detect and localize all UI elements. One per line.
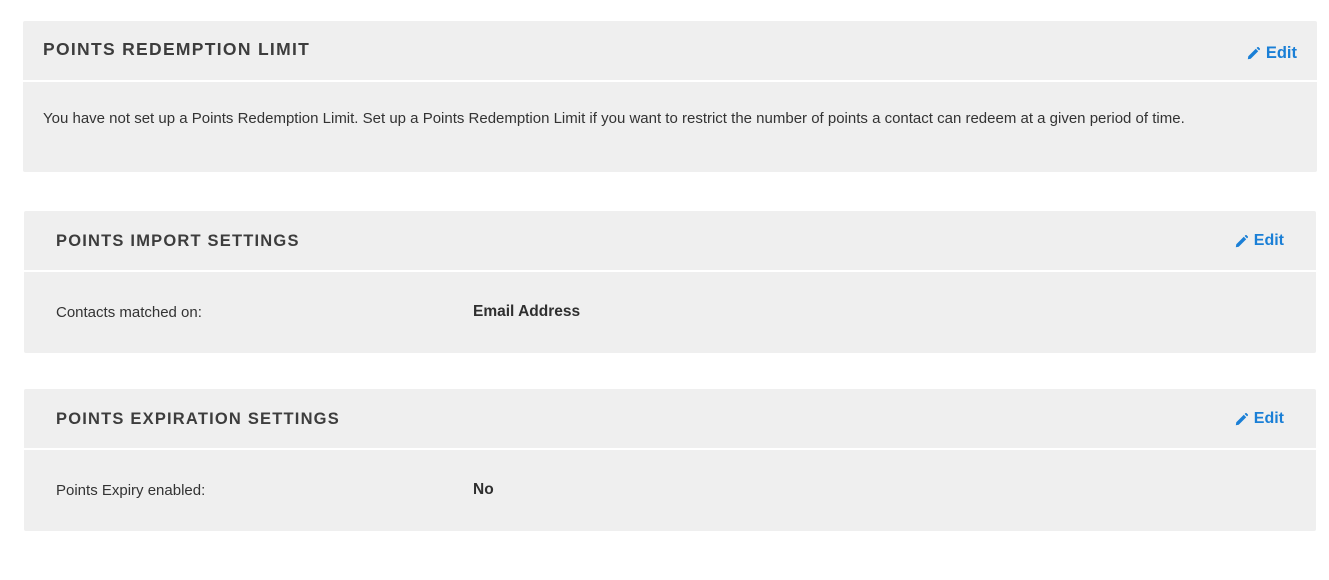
- points-expiry-value: No: [473, 481, 494, 498]
- points-expiry-label: Points Expiry enabled:: [56, 482, 206, 499]
- edit-label: Edit: [1253, 232, 1284, 249]
- contacts-matched-label: Contacts matched on:: [56, 304, 202, 321]
- expiration-settings-title: POINTS EXPIRATION SETTINGS: [56, 410, 340, 428]
- redemption-limit-header: POINTS REDEMPTION LIMIT Edit: [23, 21, 1317, 82]
- contacts-matched-value: Email Address: [473, 303, 581, 320]
- expiration-settings-edit-button[interactable]: Edit: [1235, 410, 1284, 428]
- pencil-icon: [1235, 234, 1248, 248]
- pencil-icon: [1235, 412, 1248, 426]
- import-settings-title: POINTS IMPORT SETTINGS: [56, 232, 300, 250]
- import-settings-edit-button[interactable]: Edit: [1235, 232, 1284, 250]
- import-settings-header: POINTS IMPORT SETTINGS Edit: [24, 211, 1316, 272]
- redemption-limit-title: POINTS REDEMPTION LIMIT: [43, 39, 311, 59]
- edit-label: Edit: [1253, 410, 1284, 427]
- pencil-icon: [1247, 47, 1260, 60]
- redemption-limit-panel: POINTS REDEMPTION LIMIT Edit You have no…: [23, 21, 1317, 172]
- expiration-settings-panel: POINTS EXPIRATION SETTINGS Edit Points E…: [24, 389, 1316, 531]
- redemption-limit-edit-button[interactable]: Edit: [1247, 44, 1297, 63]
- redemption-limit-message: You have not set up a Points Redemption …: [43, 110, 1185, 127]
- expiration-settings-header: POINTS EXPIRATION SETTINGS Edit: [24, 389, 1316, 450]
- edit-label: Edit: [1265, 44, 1297, 62]
- import-settings-panel: POINTS IMPORT SETTINGS Edit Contacts mat…: [24, 211, 1316, 353]
